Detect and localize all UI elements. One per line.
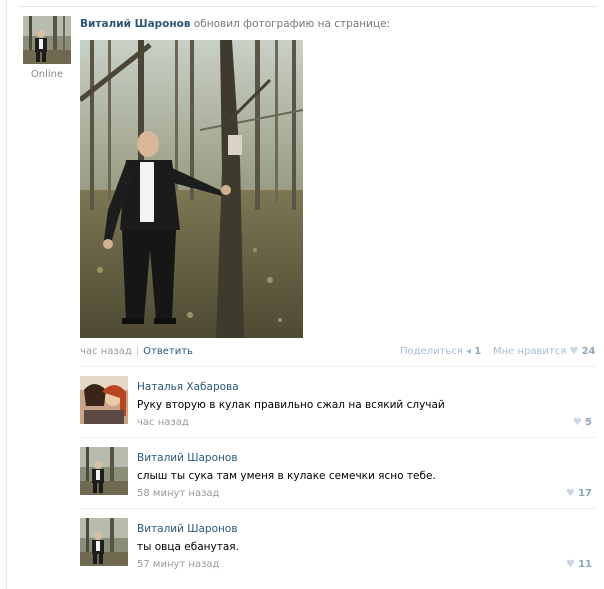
like-button[interactable]: Мне нравится ♥ 24 <box>493 346 596 357</box>
heart-icon: ♥ <box>565 559 575 570</box>
comment-like-button[interactable]: ♥ 17 <box>560 488 592 499</box>
comment-divider <box>80 437 596 438</box>
heart-icon: ♥ <box>572 417 582 428</box>
comment-like-count: 5 <box>585 417 592 428</box>
post-meta: час назад | Ответить <box>80 346 193 357</box>
comment-time[interactable]: час назад <box>137 417 189 428</box>
online-status: Online <box>30 69 64 80</box>
post-header: Виталий Шаронов обновил фотографию на ст… <box>80 18 390 30</box>
share-button[interactable]: Поделиться ◂ 1 <box>400 346 481 357</box>
comment-divider <box>80 366 596 367</box>
megaphone-icon: ◂ <box>466 346 472 357</box>
post-photo[interactable] <box>80 40 303 338</box>
comment-avatar[interactable] <box>80 376 128 424</box>
comment-text: ты овца ебанутая. <box>137 541 239 553</box>
comment-author-link[interactable]: Виталий Шаронов <box>137 523 238 535</box>
meta-separator: | <box>135 346 140 357</box>
post-action-text: обновил фотографию на странице: <box>193 18 391 30</box>
comment-time[interactable]: 58 минут назад <box>137 488 219 499</box>
comment-avatar[interactable] <box>80 518 128 566</box>
share-label: Поделиться <box>400 346 463 357</box>
like-label: Мне нравится <box>493 346 567 357</box>
author-avatar[interactable] <box>23 16 71 64</box>
comment-divider <box>80 508 596 509</box>
comment-text: слыш ты сука там уменя в кулаке семечки … <box>137 470 436 482</box>
share-count: 1 <box>474 346 482 357</box>
comment-like-button[interactable]: ♥ 11 <box>560 559 592 570</box>
comment-time[interactable]: 57 минут назад <box>137 559 219 570</box>
author-name-link[interactable]: Виталий Шаронов <box>80 18 191 30</box>
top-divider <box>18 6 598 7</box>
comment-author-link[interactable]: Виталий Шаронов <box>137 452 238 464</box>
comment-like-count: 11 <box>578 559 592 570</box>
comment-avatar[interactable] <box>80 447 128 495</box>
comment-author-link[interactable]: Наталья Хабарова <box>137 381 239 393</box>
heart-icon: ♥ <box>565 488 575 499</box>
comment-like-button[interactable]: ♥ 5 <box>560 417 592 428</box>
like-count: 24 <box>581 346 596 357</box>
comment-like-count: 17 <box>578 488 592 499</box>
comment-text: Руку вторую в кулак правильно сжал на вс… <box>137 399 445 411</box>
left-border <box>6 0 7 589</box>
post-time[interactable]: час назад <box>80 346 132 357</box>
reply-button[interactable]: Ответить <box>143 346 193 357</box>
heart-icon: ♥ <box>569 346 579 357</box>
